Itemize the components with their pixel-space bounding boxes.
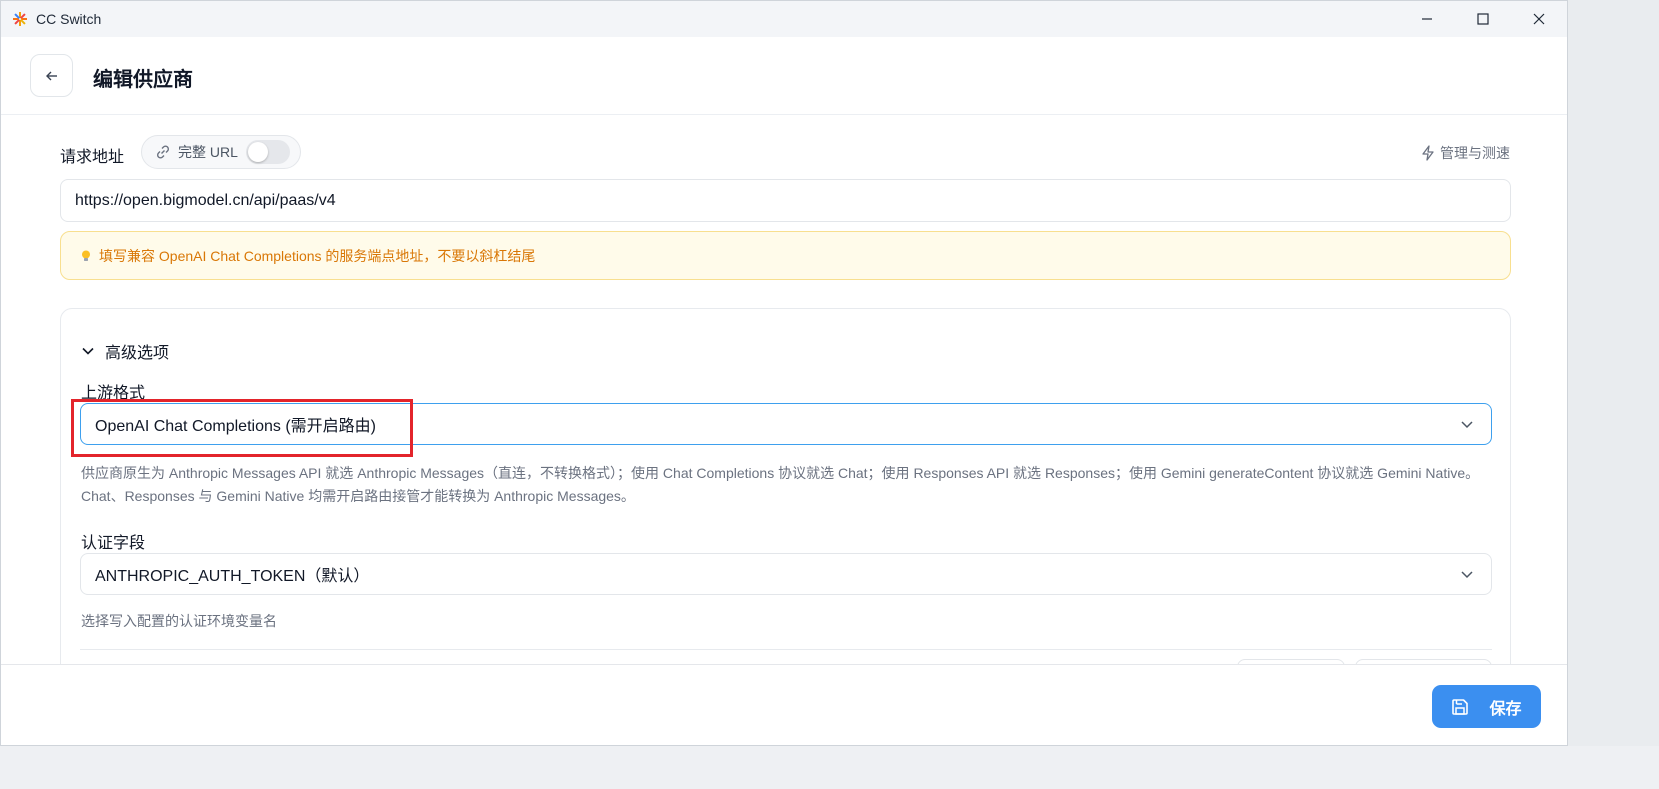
minimize-button[interactable] — [1399, 1, 1455, 37]
advanced-options-toggle[interactable]: 高级选项 — [81, 339, 169, 363]
url-hint-text: 填写兼容 OpenAI Chat Completions 的服务端点地址，不要以… — [99, 247, 536, 264]
page-title: 编辑供应商 — [93, 69, 193, 91]
footer-bar: 保存 — [1, 664, 1567, 745]
desktop-background-bottom — [0, 746, 1659, 789]
upstream-format-help: 供应商原生为 Anthropic Messages API 就选 Anthrop… — [81, 462, 1501, 508]
link-icon — [154, 143, 172, 161]
auth-field-label: 认证字段 — [81, 535, 146, 552]
bolt-icon — [1420, 145, 1436, 161]
arrow-left-icon — [45, 71, 57, 80]
upstream-help-line-2: Chat、Responses 与 Gemini Native 均需开启路由接管才… — [81, 488, 635, 504]
save-button-label: 保存 — [1489, 700, 1522, 718]
form-content[interactable]: 请求地址 完整 URL 管理与测速 https://open.bigmodel.… — [1, 115, 1567, 664]
page-header: 编辑供应商 — [1, 37, 1567, 115]
request-url-label: 请求地址 — [60, 149, 125, 166]
auth-field-select[interactable]: ANTHROPIC_AUTH_TOKEN（默认） — [80, 553, 1492, 595]
back-button[interactable] — [30, 54, 73, 97]
url-hint-box: 填写兼容 OpenAI Chat Completions 的服务端点地址，不要以… — [60, 231, 1511, 280]
manage-speedtest-label: 管理与测速 — [1440, 145, 1510, 161]
manage-speedtest-link[interactable]: 管理与测速 — [1420, 143, 1510, 163]
upstream-format-select[interactable]: OpenAI Chat Completions (需开启路由) — [80, 403, 1492, 445]
maximize-icon — [1477, 13, 1489, 25]
advanced-options-title: 高级选项 — [105, 345, 170, 362]
save-button[interactable]: 保存 — [1432, 685, 1541, 728]
request-url-value: https://open.bigmodel.cn/api/paas/v4 — [75, 191, 336, 209]
lightbulb-icon — [79, 249, 93, 263]
app-logo-icon — [12, 11, 28, 27]
chevron-down-icon — [81, 344, 95, 358]
upstream-format-value: OpenAI Chat Completions (需开启路由) — [95, 418, 376, 435]
app-window: CC Switch 编辑供应商 请求地址 完整 URL 管理与测速 https:… — [0, 0, 1568, 746]
auth-field-value: ANTHROPIC_AUTH_TOKEN（默认） — [95, 568, 370, 585]
full-url-toggle[interactable]: 完整 URL — [141, 135, 301, 169]
title-bar[interactable]: CC Switch — [1, 1, 1567, 37]
close-icon — [1533, 13, 1545, 25]
upstream-format-label: 上游格式 — [81, 385, 146, 402]
advanced-options-card: 高级选项 上游格式 OpenAI Chat Completions (需开启路由… — [60, 308, 1511, 664]
request-url-input[interactable]: https://open.bigmodel.cn/api/paas/v4 — [60, 179, 1511, 222]
full-url-switch[interactable] — [246, 140, 290, 164]
save-icon — [1451, 698, 1469, 716]
desktop-background — [1568, 0, 1659, 789]
window-controls — [1399, 1, 1567, 37]
close-button[interactable] — [1511, 1, 1567, 37]
scrollbar[interactable] — [1561, 233, 1565, 664]
minimize-icon — [1422, 18, 1432, 20]
full-url-label: 完整 URL — [178, 144, 238, 160]
auth-field-help: 选择写入配置的认证环境变量名 — [81, 613, 277, 629]
switch-knob — [248, 142, 268, 162]
window-title: CC Switch — [36, 11, 102, 27]
upstream-help-line-1: 供应商原生为 Anthropic Messages API 就选 Anthrop… — [81, 465, 1480, 481]
chevron-down-icon — [1459, 566, 1475, 582]
chevron-down-icon — [1459, 416, 1475, 432]
maximize-button[interactable] — [1455, 1, 1511, 37]
divider — [80, 649, 1492, 650]
